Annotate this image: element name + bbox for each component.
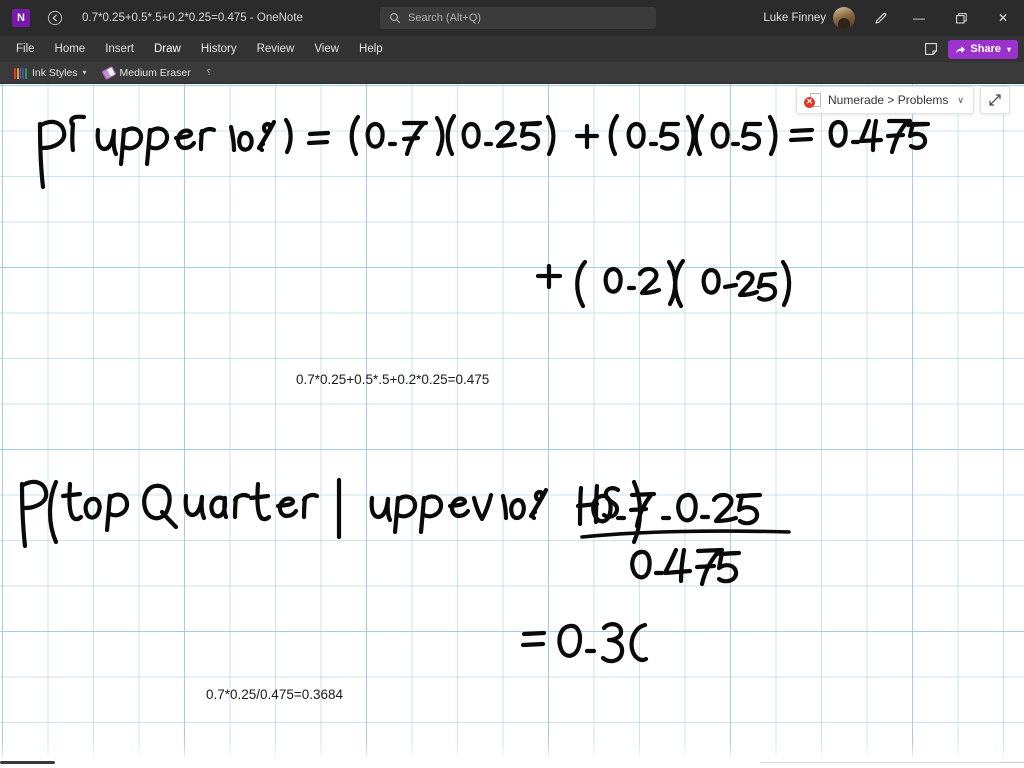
tab-view[interactable]: View	[304, 36, 349, 62]
horizontal-scrollbar[interactable]	[0, 758, 1024, 768]
back-arrow-glyph	[47, 10, 63, 26]
chevron-down-icon: ▾	[82, 68, 87, 77]
avatar[interactable]	[833, 7, 855, 29]
medium-eraser-button[interactable]: Medium Eraser	[95, 62, 199, 84]
ink-styles-button[interactable]: Ink Styles ▾	[6, 62, 95, 84]
draw-toolbar: Ink Styles ▾ Medium Eraser ⸮	[0, 62, 1024, 84]
title-bar: N 0.7*0.25+0.5*.5+0.2*0.25=0.475 - OneNo…	[0, 0, 1024, 36]
search-box[interactable]: Search (Alt+Q)	[380, 7, 656, 29]
share-caret-icon: ▾	[1006, 44, 1011, 54]
expand-button[interactable]	[980, 86, 1010, 114]
sticky-note-icon[interactable]	[920, 39, 942, 59]
toolbar-overflow-button[interactable]: ⸮	[199, 62, 219, 84]
tab-insert[interactable]: Insert	[95, 36, 144, 62]
share-button[interactable]: Share ▾	[948, 39, 1018, 59]
ribbon-right-group: Share ▾	[920, 36, 1018, 62]
typed-note-1[interactable]: 0.7*0.25+0.5*.5+0.2*0.25=0.475	[296, 372, 489, 387]
expand-diagonal-icon	[989, 94, 1001, 106]
close-button[interactable]: ✕	[982, 0, 1024, 36]
scrollbar-track[interactable]	[760, 762, 1000, 763]
scrollbar-track-right[interactable]	[1000, 762, 1024, 763]
tab-help[interactable]: Help	[349, 36, 393, 62]
search-placeholder: Search (Alt+Q)	[408, 12, 482, 24]
medium-eraser-label: Medium Eraser	[119, 66, 191, 79]
titlebar-right-controls: Luke Finney — ✕	[763, 0, 1024, 36]
share-icon	[956, 45, 966, 53]
document-title: 0.7*0.25+0.5*.5+0.2*0.25=0.475 - OneNote	[82, 12, 303, 24]
search-icon	[389, 12, 401, 24]
chevron-down-icon: ∨	[957, 94, 964, 105]
user-name[interactable]: Luke Finney	[763, 12, 826, 24]
eraser-icon	[100, 65, 117, 80]
overflow-caret-icon: ⸮	[206, 68, 211, 77]
onenote-app-icon: N	[12, 9, 30, 27]
ink-styles-label: Ink Styles	[32, 66, 78, 79]
share-label: Share	[970, 43, 1001, 55]
restore-icon	[955, 12, 967, 23]
tab-file[interactable]: File	[6, 36, 45, 62]
note-canvas[interactable]: ✕ Numerade > Problems ∨ 0.7*0.25+0.5*.5+…	[0, 84, 1024, 768]
pen-icon[interactable]	[864, 0, 898, 36]
restore-button[interactable]	[940, 0, 982, 36]
tab-review[interactable]: Review	[247, 36, 305, 62]
pens-icon	[14, 67, 27, 79]
ribbon-tabs: File Home Insert Draw History Review Vie…	[0, 36, 1024, 62]
sync-error-icon: ✕	[804, 92, 822, 108]
tab-draw[interactable]: Draw	[144, 36, 191, 62]
typed-note-2[interactable]: 0.7*0.25/0.475=0.3684	[206, 687, 343, 702]
scrollbar-thumb[interactable]	[0, 761, 55, 764]
sync-error-glyph: ✕	[804, 96, 816, 108]
minimize-button[interactable]: —	[898, 0, 940, 36]
page-tab[interactable]: ✕ Numerade > Problems ∨	[796, 86, 974, 114]
canvas-grid	[0, 84, 1024, 768]
tab-history[interactable]: History	[191, 36, 247, 62]
back-arrow-icon[interactable]	[42, 5, 68, 31]
page-tab-group: ✕ Numerade > Problems ∨	[796, 86, 1010, 114]
tab-home[interactable]: Home	[45, 36, 96, 62]
page-tab-label: Numerade > Problems	[828, 93, 949, 107]
